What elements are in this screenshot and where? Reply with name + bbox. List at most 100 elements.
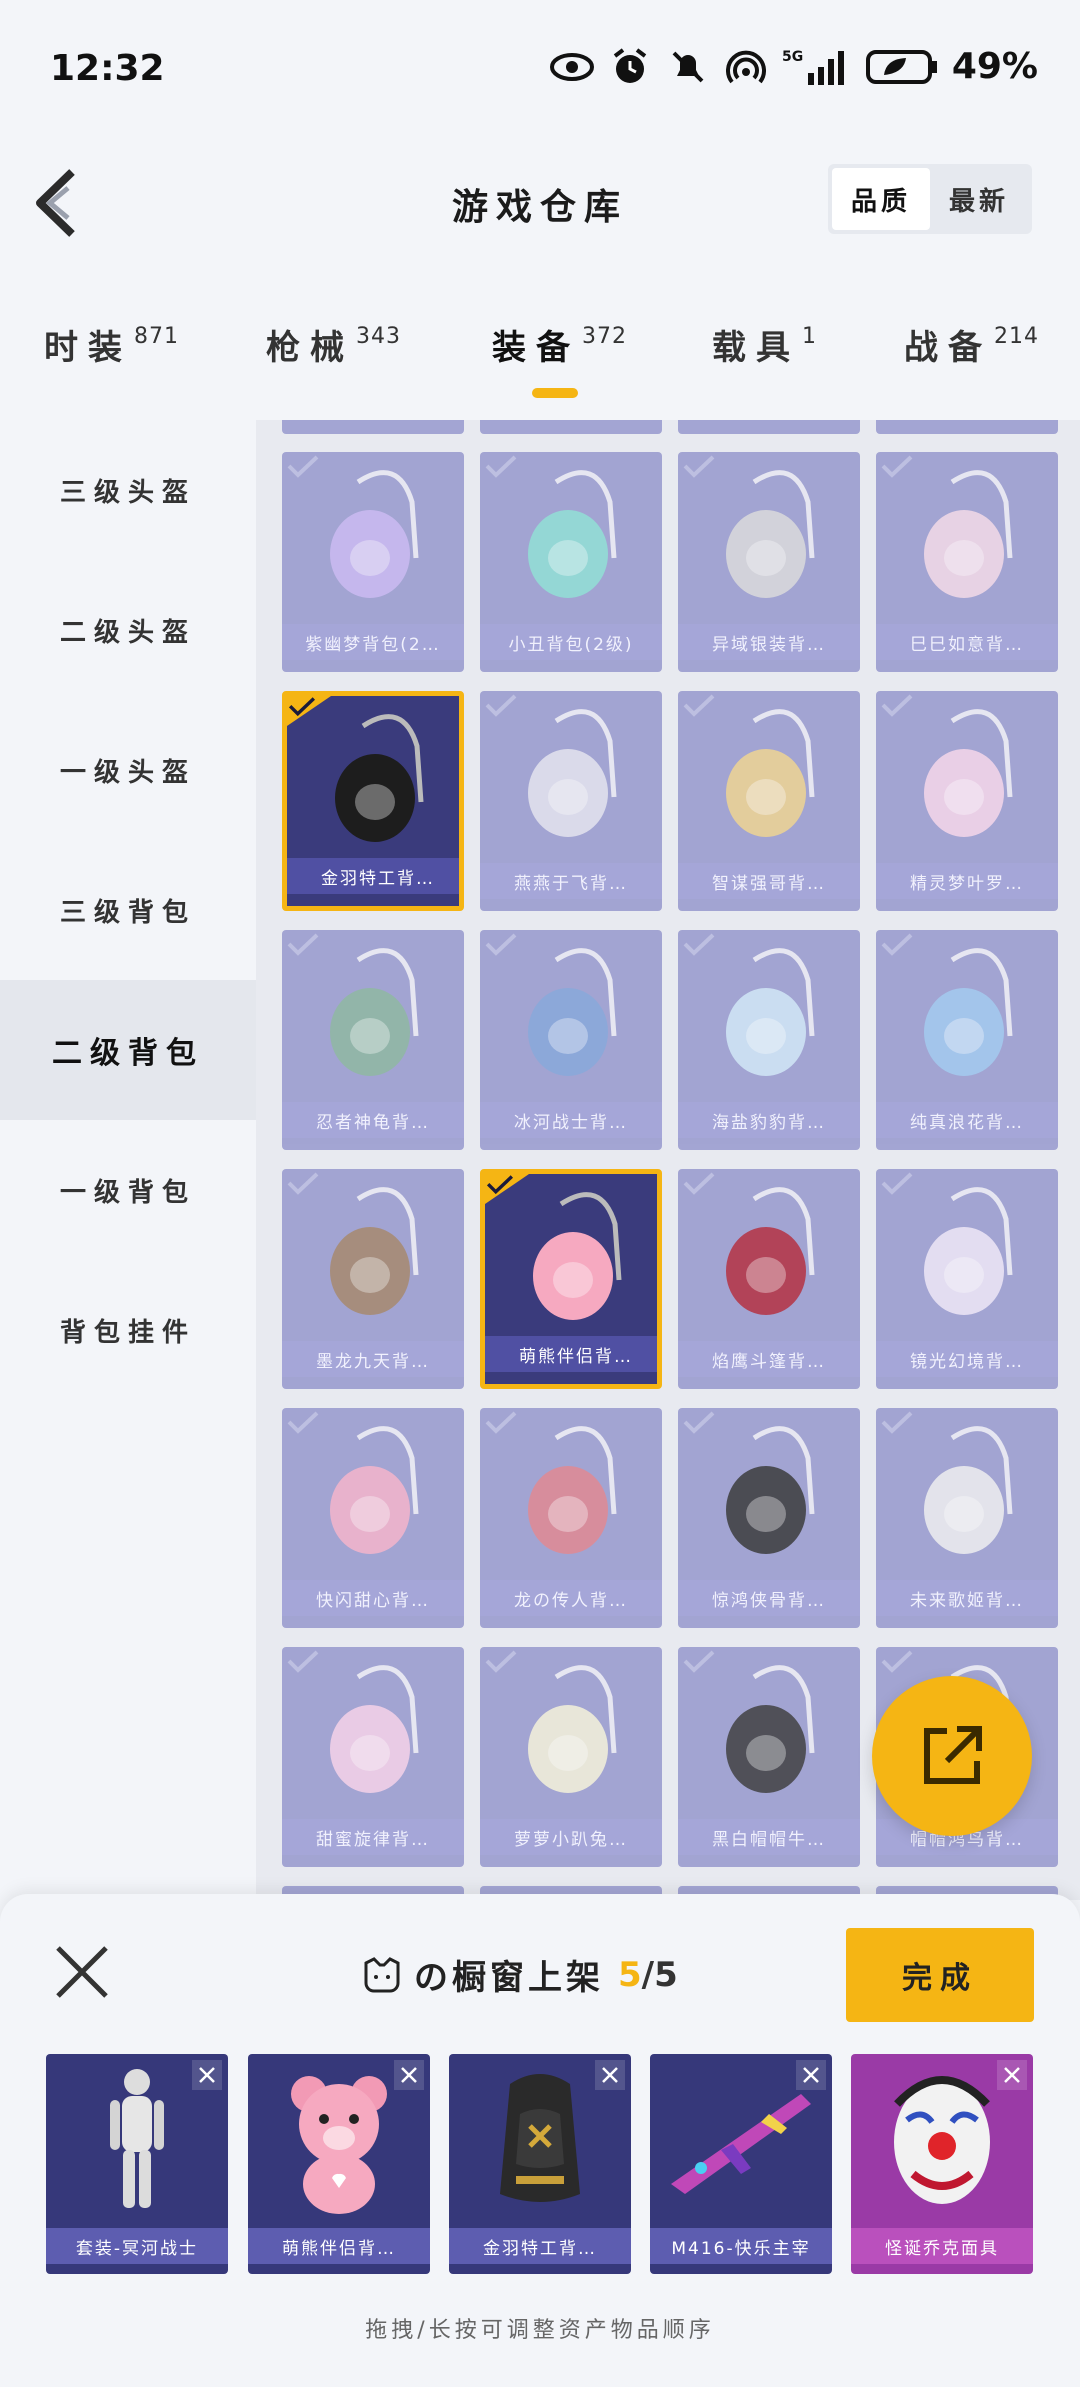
sidebar-item-backpack-charm[interactable]: 背包挂件 xyxy=(0,1260,256,1400)
item-card[interactable]: 萌熊伴侣背… xyxy=(480,1169,662,1389)
item-card-partial[interactable] xyxy=(480,420,662,434)
close-button[interactable] xyxy=(52,1942,112,2002)
item-card[interactable]: 镜光幻境背… xyxy=(876,1169,1058,1389)
slot-label: 怪诞乔克面具 xyxy=(851,2228,1033,2264)
share-button[interactable] xyxy=(872,1676,1032,1836)
item-card-partial[interactable] xyxy=(282,420,464,434)
showcase-slot[interactable]: 套装-冥河战士 xyxy=(46,2054,228,2274)
slot-label: 萌熊伴侣背… xyxy=(248,2228,430,2264)
item-card[interactable]: 龙の传人背… xyxy=(480,1408,662,1628)
showcase-sheet: の橱窗上架 5 /5 完成 套装-冥河战士 萌熊伴侣背… 金羽特工背… M416… xyxy=(0,1894,1080,2387)
item-card[interactable]: 小丑背包(2级) xyxy=(480,452,662,672)
avatar-icon xyxy=(364,1956,400,1992)
item-card-label: 智谋强哥背… xyxy=(678,863,860,899)
item-card-label: 海盐豹豹背… xyxy=(678,1102,860,1138)
sidebar: 三级头盔 二级头盔 一级头盔 三级背包 二级背包 一级背包 背包挂件 xyxy=(0,420,256,1900)
sidebar-item-helmet-1[interactable]: 一级头盔 xyxy=(0,700,256,840)
item-card-label: 冰河战士背… xyxy=(480,1102,662,1138)
checkmark-icon xyxy=(682,454,716,484)
checkmark-icon xyxy=(682,1171,716,1201)
checkmark-icon xyxy=(286,1171,320,1201)
item-card-label: 纯真浪花背… xyxy=(876,1102,1058,1138)
sheet-title: の橱窗上架 5 /5 xyxy=(360,1950,678,1999)
slot-label: M416-快乐主宰 xyxy=(650,2228,832,2264)
item-card[interactable]: 智谋强哥背… xyxy=(678,691,860,911)
sidebar-item-backpack-1[interactable]: 一级背包 xyxy=(0,1120,256,1260)
item-card[interactable]: 海盐豹豹背… xyxy=(678,930,860,1150)
sidebar-item-backpack-3[interactable]: 三级背包 xyxy=(0,840,256,980)
tab-supplies[interactable]: 战备214 xyxy=(904,320,1039,369)
signal-icon: 5G xyxy=(782,47,852,87)
item-card-label: 精灵梦叶罗… xyxy=(876,863,1058,899)
checkmark-icon xyxy=(484,1410,518,1440)
item-card-partial[interactable] xyxy=(876,420,1058,434)
hotspot-icon xyxy=(724,47,768,87)
item-card-partial[interactable] xyxy=(678,420,860,434)
sort-toggle: 品质 最新 xyxy=(828,164,1032,234)
item-card-label: 萝萝小趴兔… xyxy=(480,1819,662,1855)
remove-item-button[interactable] xyxy=(997,2060,1027,2090)
checkmark-icon xyxy=(880,1649,914,1679)
showcase-slot[interactable]: M416-快乐主宰 xyxy=(650,2054,832,2274)
checkmark-icon xyxy=(682,1410,716,1440)
showcase-slot[interactable]: 金羽特工背… xyxy=(449,2054,631,2274)
slot-label: 金羽特工背… xyxy=(449,2228,631,2264)
checkmark-icon xyxy=(286,932,320,962)
item-card-label: 龙の传人背… xyxy=(480,1580,662,1616)
item-card-label: 黑白帽帽牛… xyxy=(678,1819,860,1855)
item-card-label: 墨龙九天背… xyxy=(282,1341,464,1377)
sort-newest[interactable]: 最新 xyxy=(930,168,1028,230)
checkmark-icon xyxy=(880,932,914,962)
sidebar-item-backpack-2[interactable]: 二级背包 xyxy=(0,980,256,1120)
tab-equipment[interactable]: 装备372 xyxy=(492,320,627,369)
close-icon xyxy=(602,2067,618,2083)
item-card[interactable]: 纯真浪花背… xyxy=(876,930,1058,1150)
done-button[interactable]: 完成 xyxy=(846,1928,1034,2022)
item-card-label: 未来歌姬背… xyxy=(876,1580,1058,1616)
tab-indicator xyxy=(532,388,578,398)
item-card[interactable]: 黑白帽帽牛… xyxy=(678,1647,860,1867)
remove-item-button[interactable] xyxy=(394,2060,424,2090)
tab-vehicles[interactable]: 载具1 xyxy=(712,320,817,369)
item-card[interactable]: 精灵梦叶罗… xyxy=(876,691,1058,911)
item-card[interactable]: 甜蜜旋律背… xyxy=(282,1647,464,1867)
checkmark-icon xyxy=(682,1649,716,1679)
checkmark-icon xyxy=(286,1649,320,1679)
item-card[interactable]: 未来歌姬背… xyxy=(876,1408,1058,1628)
sidebar-item-helmet-2[interactable]: 二级头盔 xyxy=(0,560,256,700)
status-time: 12:32 xyxy=(50,48,165,89)
item-card[interactable]: 萝萝小趴兔… xyxy=(480,1647,662,1867)
item-card[interactable]: 燕燕于飞背… xyxy=(480,691,662,911)
close-icon xyxy=(803,2067,819,2083)
showcase-slot[interactable]: 萌熊伴侣背… xyxy=(248,2054,430,2274)
item-card[interactable]: 紫幽梦背包(2… xyxy=(282,452,464,672)
item-card[interactable]: 墨龙九天背… xyxy=(282,1169,464,1389)
item-card[interactable]: 惊鸿侠骨背… xyxy=(678,1408,860,1628)
remove-item-button[interactable] xyxy=(595,2060,625,2090)
remove-item-button[interactable] xyxy=(796,2060,826,2090)
checkmark-icon xyxy=(484,454,518,484)
sidebar-item-helmet-3[interactable]: 三级头盔 xyxy=(0,420,256,560)
item-card-label: 燕燕于飞背… xyxy=(480,863,662,899)
remove-item-button[interactable] xyxy=(192,2060,222,2090)
item-image xyxy=(485,1174,657,1344)
sort-quality[interactable]: 品质 xyxy=(832,168,930,230)
item-card[interactable]: 焰鹰斗篷背… xyxy=(678,1169,860,1389)
item-card-label: 快闪甜心背… xyxy=(282,1580,464,1616)
tab-fashion[interactable]: 时装871 xyxy=(44,320,179,369)
share-icon xyxy=(924,1726,982,1784)
item-card[interactable]: 冰河战士背… xyxy=(480,930,662,1150)
item-card[interactable]: 金羽特工背… xyxy=(282,691,464,911)
item-card[interactable]: 巳巳如意背… xyxy=(876,452,1058,672)
item-card[interactable]: 快闪甜心背… xyxy=(282,1408,464,1628)
tab-weapons[interactable]: 枪械343 xyxy=(266,320,401,369)
showcase-slot[interactable]: 怪诞乔克面具 xyxy=(851,2054,1033,2274)
item-card[interactable]: 异域银装背… xyxy=(678,452,860,672)
item-card-label: 金羽特工背… xyxy=(287,858,459,894)
item-card-label: 忍者神龟背… xyxy=(282,1102,464,1138)
eye-icon xyxy=(549,47,594,87)
sheet-count: 5 xyxy=(618,1954,642,1995)
svg-text:5G: 5G xyxy=(782,49,803,65)
item-card[interactable]: 忍者神龟背… xyxy=(282,930,464,1150)
mute-icon xyxy=(666,47,710,87)
